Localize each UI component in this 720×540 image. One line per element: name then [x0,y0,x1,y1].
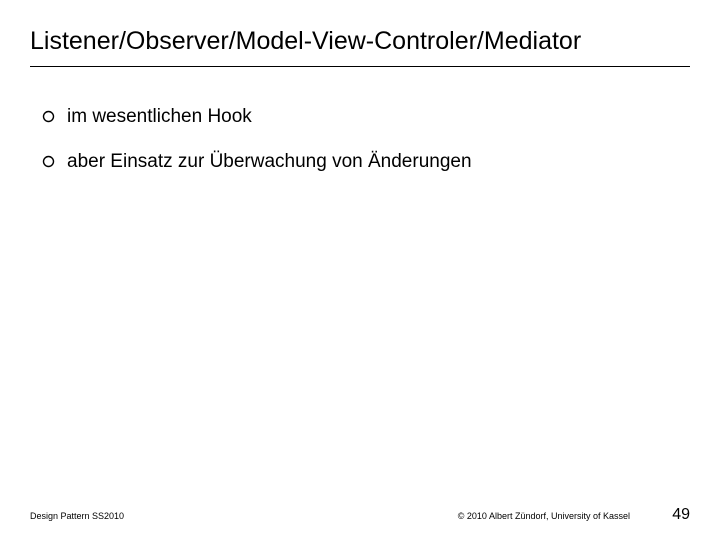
footer-copyright: © 2010 Albert Zündorf, University of Kas… [330,511,660,521]
bullet-text: aber Einsatz zur Überwachung von Änderun… [67,150,472,175]
slide-title: Listener/Observer/Model-View-Controler/M… [30,26,690,56]
bullet-text: im wesentlichen Hook [67,105,252,130]
page-number: 49 [660,506,690,524]
slide-container: Listener/Observer/Model-View-Controler/M… [0,0,720,540]
bullet-icon [42,110,55,123]
title-divider [30,66,690,67]
bullet-list: im wesentlichen Hook aber Einsatz zur Üb… [30,105,690,174]
list-item: im wesentlichen Hook [42,105,690,130]
bullet-icon [42,155,55,168]
list-item: aber Einsatz zur Überwachung von Änderun… [42,150,690,175]
footer: Design Pattern SS2010 © 2010 Albert Zünd… [30,506,690,524]
footer-left: Design Pattern SS2010 [30,511,330,521]
